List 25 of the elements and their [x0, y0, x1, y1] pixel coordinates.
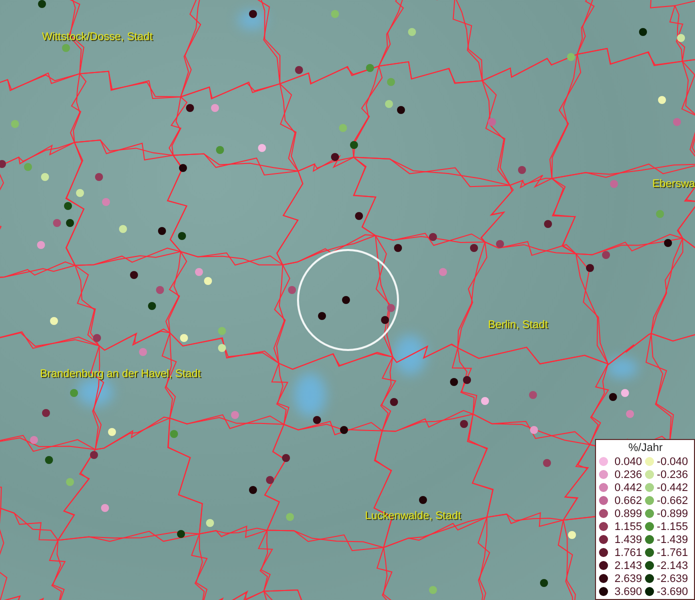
place-label: Berlin, Stadt [488, 319, 548, 331]
legend-value: 1.761 [613, 546, 642, 558]
legend-value: 0.662 [613, 494, 642, 506]
legend-value: 2.639 [613, 572, 642, 584]
legend-value: -1.439 [656, 534, 688, 546]
legend-value: 0.040 [613, 456, 642, 468]
legend-value: 1.439 [613, 534, 642, 546]
legend-value: -0.662 [656, 494, 688, 506]
legend-value: -2.143 [656, 560, 688, 572]
legend-value: -0.442 [656, 482, 688, 494]
legend-value: -2.639 [656, 572, 688, 584]
place-label: Eberswa [652, 178, 695, 190]
legend-value: -1.761 [656, 546, 688, 558]
legend-value: 0.236 [613, 468, 642, 480]
legend-value: -0.899 [656, 508, 688, 520]
legend-value: -1.155 [656, 520, 688, 532]
legend-title: %/Jahr [628, 442, 663, 455]
legend-value: 3.690 [613, 586, 642, 598]
legend-value: -3.690 [656, 586, 688, 598]
legend-value: 2.143 [613, 560, 642, 572]
legend-value: 1.155 [613, 520, 642, 532]
legend-value: 0.899 [613, 508, 642, 520]
legend-value: -0.236 [656, 468, 688, 480]
legend-value: 0.442 [613, 482, 642, 494]
legend-value: -0.040 [656, 456, 688, 468]
